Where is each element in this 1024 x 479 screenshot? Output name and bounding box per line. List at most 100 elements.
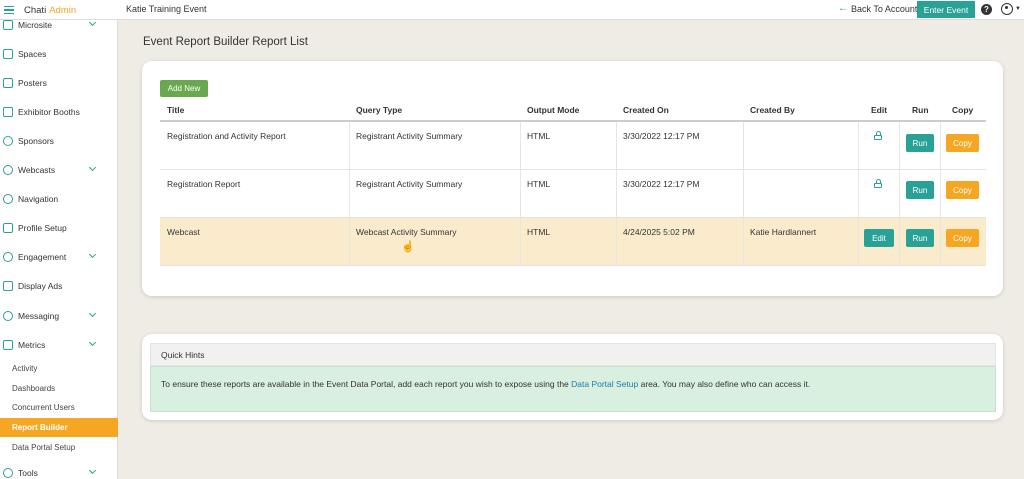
page-title: Event Report Builder Report List bbox=[143, 36, 308, 48]
copy-button[interactable]: Copy bbox=[946, 134, 979, 152]
sidebar-subitem-data-portal-setup[interactable]: Data Portal Setup bbox=[0, 438, 118, 457]
sidebar-subitem-dashboards[interactable]: Dashboards bbox=[0, 379, 118, 398]
column-header-query-type: Query Type bbox=[356, 105, 403, 115]
sidebar-item-label: Metrics bbox=[18, 340, 46, 350]
sidebar-item-label: Webcasts bbox=[18, 165, 56, 175]
column-header-run: Run bbox=[912, 105, 929, 115]
sidebar-item-label: Sponsors bbox=[18, 136, 54, 146]
lock-icon bbox=[874, 179, 882, 188]
sidebar-item-label: Exhibitor Booths bbox=[18, 107, 80, 117]
booths-icon bbox=[3, 107, 13, 117]
top-bar: Chati Admin Katie Training Event ← Back … bbox=[0, 0, 1024, 20]
brand-admin: Admin bbox=[49, 4, 77, 16]
tools-icon bbox=[3, 468, 13, 478]
sidebar-item-label: Tools bbox=[18, 468, 38, 478]
posters-icon bbox=[3, 78, 13, 88]
sidebar-item-tools[interactable]: Tools bbox=[0, 463, 118, 479]
sidebar-item-posters[interactable]: Posters bbox=[0, 73, 118, 93]
sidebar-item-label: Display Ads bbox=[18, 281, 63, 291]
table-header: Title Query Type Output Mode Created On … bbox=[160, 99, 986, 122]
run-button[interactable]: Run bbox=[906, 229, 934, 247]
report-table: Title Query Type Output Mode Created On … bbox=[160, 99, 986, 266]
chevron-down-icon bbox=[88, 338, 97, 347]
sidebar-subitem-report-builder[interactable]: Report Builder bbox=[0, 418, 118, 437]
chevron-down-icon bbox=[88, 163, 97, 172]
sidebar-item-label: Navigation bbox=[18, 194, 59, 204]
chevron-down-icon bbox=[88, 466, 97, 475]
chevron-down-icon bbox=[88, 309, 97, 318]
column-header-edit: Edit bbox=[871, 105, 888, 115]
cell-title: Registration and Activity Report bbox=[167, 131, 286, 141]
sidebar-item-sponsors[interactable]: Sponsors bbox=[0, 131, 118, 151]
sidebar-item-label: Engagement bbox=[18, 252, 67, 262]
event-title: Katie Training Event bbox=[126, 4, 207, 14]
run-button[interactable]: Run bbox=[906, 181, 934, 199]
table-row: Webcast Webcast Activity Summary HTML 4/… bbox=[160, 218, 986, 266]
cell-title: Registration Report bbox=[167, 179, 241, 189]
sidebar-item-label: Microsite bbox=[18, 20, 53, 30]
column-header-output-mode: Output Mode bbox=[527, 105, 580, 115]
sponsors-icon bbox=[3, 136, 13, 146]
copy-button[interactable]: Copy bbox=[946, 181, 979, 199]
cell-output-mode: HTML bbox=[527, 179, 551, 189]
add-new-button[interactable]: Add New bbox=[160, 80, 208, 97]
user-avatar-icon[interactable] bbox=[1001, 3, 1013, 15]
column-header-created-on: Created On bbox=[623, 105, 669, 115]
arrow-left-icon: ← bbox=[838, 3, 848, 14]
spaces-icon bbox=[3, 49, 13, 59]
messaging-icon bbox=[3, 311, 13, 321]
cell-query-type: Webcast Activity Summary bbox=[356, 227, 457, 237]
sidebar-item-label: Profile Setup bbox=[18, 223, 67, 233]
column-header-copy: Copy bbox=[952, 105, 974, 115]
table-row: Registration and Activity Report Registr… bbox=[160, 122, 986, 170]
column-header-created-by: Created By bbox=[750, 105, 795, 115]
hint-text: To ensure these reports are available in… bbox=[161, 379, 572, 389]
sidebar-item-exhibitor-booths[interactable]: Exhibitor Booths bbox=[0, 102, 118, 122]
sidebar-item-label: Spaces bbox=[18, 49, 47, 59]
sidebar-item-navigation[interactable]: Navigation bbox=[0, 189, 118, 209]
sidebar-item-profile-setup[interactable]: Profile Setup bbox=[0, 218, 118, 238]
cell-created-by: Katie Hardlannert bbox=[750, 227, 817, 237]
sidebar-item-spaces[interactable]: Spaces bbox=[0, 44, 118, 64]
cell-output-mode: HTML bbox=[527, 131, 551, 141]
cell-created-on: 4/24/2025 5:02 PM bbox=[623, 227, 695, 237]
quick-hints-body: To ensure these reports are available in… bbox=[150, 366, 996, 412]
chevron-down-icon bbox=[88, 250, 97, 259]
sidebar-item-engagement[interactable]: Engagement bbox=[0, 247, 118, 267]
cell-title: Webcast bbox=[167, 227, 200, 237]
sidebar-item-microsite[interactable]: Microsite bbox=[0, 15, 118, 35]
sidebar-item-label: Messaging bbox=[18, 311, 60, 321]
table-row: Registration Report Registrant Activity … bbox=[160, 170, 986, 218]
data-portal-setup-link[interactable]: Data Portal Setup bbox=[571, 379, 638, 389]
help-icon[interactable]: ? bbox=[981, 4, 992, 15]
lock-icon bbox=[874, 131, 882, 140]
sidebar-item-webcasts[interactable]: Webcasts bbox=[0, 160, 118, 180]
cell-created-on: 3/30/2022 12:17 PM bbox=[623, 131, 700, 141]
cell-query-type: Registrant Activity Summary bbox=[356, 179, 463, 189]
copy-button[interactable]: Copy bbox=[946, 229, 979, 247]
back-to-account-label: Back To Account bbox=[851, 4, 918, 14]
sidebar-item-messaging[interactable]: Messaging bbox=[0, 306, 118, 326]
sidebar-item-label: Posters bbox=[18, 78, 47, 88]
run-button[interactable]: Run bbox=[906, 134, 934, 152]
edit-button[interactable]: Edit bbox=[864, 229, 894, 247]
cell-query-type: Registrant Activity Summary bbox=[356, 131, 463, 141]
metrics-icon bbox=[3, 340, 13, 350]
enter-event-button[interactable]: Enter Event bbox=[917, 1, 975, 18]
engagement-icon bbox=[3, 252, 13, 262]
sidebar: Microsite Spaces Posters Exhibitor Booth… bbox=[0, 18, 118, 479]
sidebar-item-metrics[interactable]: Metrics bbox=[0, 335, 118, 355]
webcasts-icon bbox=[3, 165, 13, 175]
sidebar-subitem-concurrent-users[interactable]: Concurrent Users bbox=[0, 398, 118, 417]
caret-down-icon[interactable]: ▼ bbox=[1015, 6, 1021, 12]
sidebar-item-display-ads[interactable]: Display Ads bbox=[0, 276, 118, 296]
back-to-account-link[interactable]: ← Back To Account bbox=[838, 3, 918, 15]
column-header-title: Title bbox=[167, 105, 185, 115]
navigation-icon bbox=[3, 194, 13, 204]
quick-hints-title: Quick Hints bbox=[150, 343, 996, 366]
cell-created-on: 3/30/2022 12:17 PM bbox=[623, 179, 700, 189]
chevron-down-icon bbox=[88, 18, 97, 27]
profile-setup-icon bbox=[3, 223, 13, 233]
microsite-icon bbox=[3, 20, 13, 30]
sidebar-subitem-activity[interactable]: Activity bbox=[0, 359, 118, 378]
